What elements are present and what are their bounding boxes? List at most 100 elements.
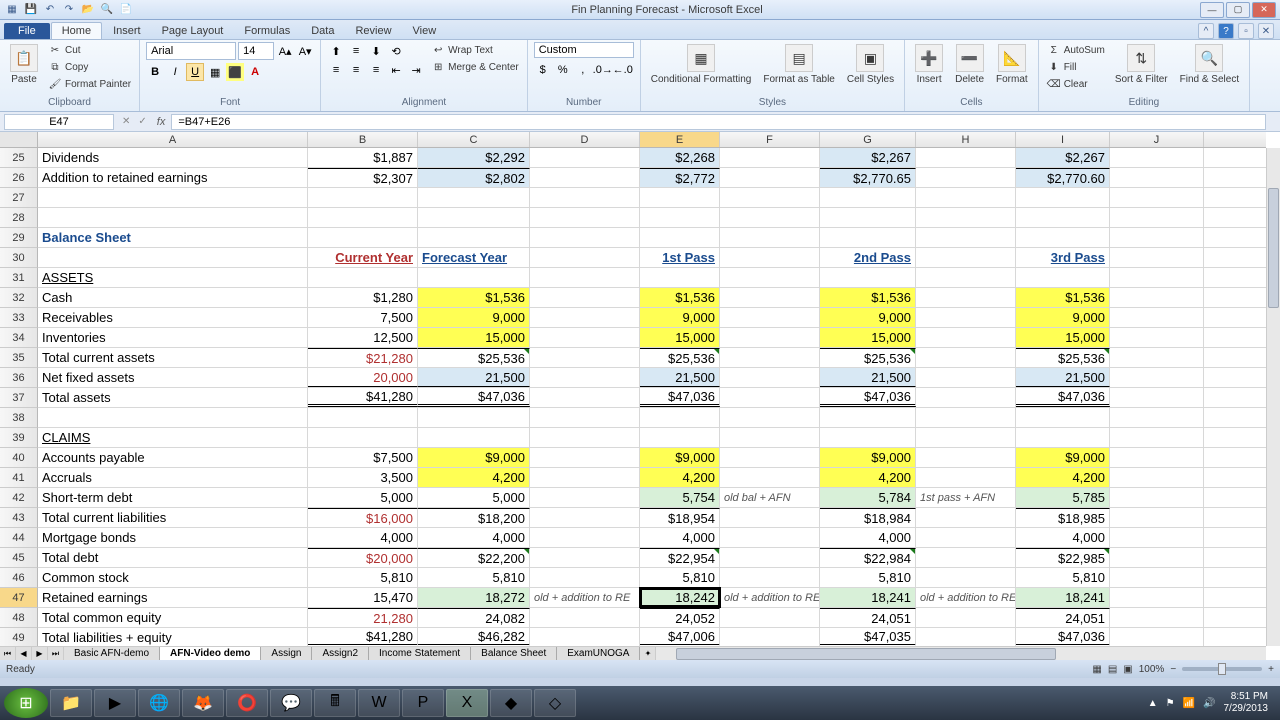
font-size-input[interactable]: [238, 42, 274, 60]
col-header-A[interactable]: A: [38, 132, 308, 147]
cell[interactable]: [1110, 288, 1204, 307]
cell[interactable]: 24,052: [640, 608, 720, 627]
cell[interactable]: [530, 228, 640, 247]
row-header[interactable]: 28: [0, 208, 38, 228]
cell[interactable]: 18,241: [820, 588, 916, 607]
insert-tab[interactable]: Insert: [103, 23, 151, 39]
cell[interactable]: 4,200: [640, 468, 720, 487]
col-header-C[interactable]: C: [418, 132, 530, 147]
cell[interactable]: Total current assets: [38, 348, 308, 367]
decrease-decimal-icon[interactable]: ←.0: [614, 61, 632, 79]
cell[interactable]: [820, 208, 916, 227]
cell[interactable]: [916, 288, 1016, 307]
view-layout-icon[interactable]: ▤: [1108, 664, 1117, 675]
cell[interactable]: $16,000: [308, 508, 418, 527]
row-header[interactable]: 43: [0, 508, 38, 528]
clock[interactable]: 8:51 PM7/29/2013: [1224, 691, 1269, 715]
redo-icon[interactable]: ↷: [61, 2, 77, 18]
cell[interactable]: [1110, 168, 1204, 187]
cell[interactable]: [720, 148, 820, 167]
delete-cells-button[interactable]: ➖Delete: [951, 42, 988, 87]
row-headers[interactable]: 2526272829303132333435363738394041424344…: [0, 148, 38, 646]
cell[interactable]: old + addition to RE: [916, 588, 1016, 607]
sheet-tab[interactable]: AFN-Video demo: [160, 647, 261, 661]
cell[interactable]: $18,984: [820, 508, 916, 527]
view-normal-icon[interactable]: ▦: [1092, 664, 1101, 675]
cell[interactable]: [1110, 348, 1204, 367]
cell[interactable]: 5,754: [640, 488, 720, 507]
sort-filter-button[interactable]: ⇅Sort & Filter: [1111, 42, 1172, 87]
row-header[interactable]: 30: [0, 248, 38, 268]
cell[interactable]: [1110, 328, 1204, 347]
cell[interactable]: [1110, 148, 1204, 167]
cell[interactable]: [1110, 368, 1204, 387]
cell[interactable]: 5,810: [308, 568, 418, 587]
cell[interactable]: [418, 268, 530, 287]
app-icon[interactable]: ◆: [490, 689, 532, 717]
cell[interactable]: $2,772: [640, 168, 720, 187]
cell[interactable]: [720, 208, 820, 227]
cell[interactable]: [1110, 248, 1204, 267]
cell[interactable]: $1,536: [1016, 288, 1110, 307]
close-button[interactable]: ✕: [1252, 2, 1276, 18]
cell[interactable]: [720, 568, 820, 587]
excel-task-icon[interactable]: X: [446, 689, 488, 717]
row-header[interactable]: 27: [0, 188, 38, 208]
cell[interactable]: [530, 428, 640, 447]
paste-button[interactable]: 📋Paste: [6, 42, 42, 87]
cell[interactable]: $1,536: [418, 288, 530, 307]
cell[interactable]: 4,000: [820, 528, 916, 547]
vertical-scrollbar[interactable]: [1266, 148, 1280, 646]
format-painter-button[interactable]: 🖌Format Painter: [46, 76, 133, 92]
cell[interactable]: $25,536: [418, 348, 530, 367]
vertical-scroll-thumb[interactable]: [1268, 188, 1279, 308]
zoom-slider[interactable]: [1182, 667, 1262, 671]
firefox-icon[interactable]: 🦊: [182, 689, 224, 717]
cell[interactable]: 21,500: [640, 368, 720, 387]
row-header[interactable]: 25: [0, 148, 38, 168]
cell[interactable]: [418, 208, 530, 227]
cell[interactable]: [916, 508, 1016, 527]
cell[interactable]: Common stock: [38, 568, 308, 587]
cell[interactable]: [1016, 188, 1110, 207]
cell[interactable]: [530, 248, 640, 267]
cell[interactable]: 7,500: [308, 308, 418, 327]
cell[interactable]: 15,000: [1016, 328, 1110, 347]
skype-icon[interactable]: 💬: [270, 689, 312, 717]
find-select-button[interactable]: 🔍Find & Select: [1176, 42, 1243, 87]
increase-font-icon[interactable]: A▴: [276, 42, 294, 60]
cell[interactable]: [308, 268, 418, 287]
cell[interactable]: [1110, 508, 1204, 527]
cell[interactable]: $22,954: [640, 548, 720, 567]
cell[interactable]: 5,000: [418, 488, 530, 507]
cell[interactable]: [916, 348, 1016, 367]
cell[interactable]: Inventories: [38, 328, 308, 347]
col-header-J[interactable]: J: [1110, 132, 1204, 147]
sheet-tab[interactable]: ExamUNOGA: [557, 647, 640, 661]
cell[interactable]: [1016, 408, 1110, 427]
cell[interactable]: $25,536: [820, 348, 916, 367]
cell[interactable]: [640, 408, 720, 427]
app2-icon[interactable]: ◇: [534, 689, 576, 717]
cell[interactable]: [1110, 488, 1204, 507]
help-icon[interactable]: ?: [1218, 23, 1234, 39]
sheet-tab[interactable]: Assign2: [312, 647, 369, 661]
cell[interactable]: $2,268: [640, 148, 720, 167]
row-header[interactable]: 45: [0, 548, 38, 568]
cell[interactable]: [530, 528, 640, 547]
cell[interactable]: [1110, 188, 1204, 207]
cell[interactable]: [640, 188, 720, 207]
cell[interactable]: 4,200: [820, 468, 916, 487]
cell[interactable]: 4,000: [640, 528, 720, 547]
cell[interactable]: Accruals: [38, 468, 308, 487]
zoom-out-icon[interactable]: −: [1170, 664, 1176, 675]
media-player-icon[interactable]: ▶: [94, 689, 136, 717]
calculator-icon[interactable]: 🖩: [314, 689, 356, 717]
indent-increase-icon[interactable]: ⇥: [407, 61, 425, 79]
cell[interactable]: [530, 568, 640, 587]
cell[interactable]: 15,000: [418, 328, 530, 347]
cell[interactable]: [720, 448, 820, 467]
cell[interactable]: $47,035: [820, 628, 916, 646]
review-tab[interactable]: Review: [345, 23, 401, 39]
cell[interactable]: [720, 528, 820, 547]
